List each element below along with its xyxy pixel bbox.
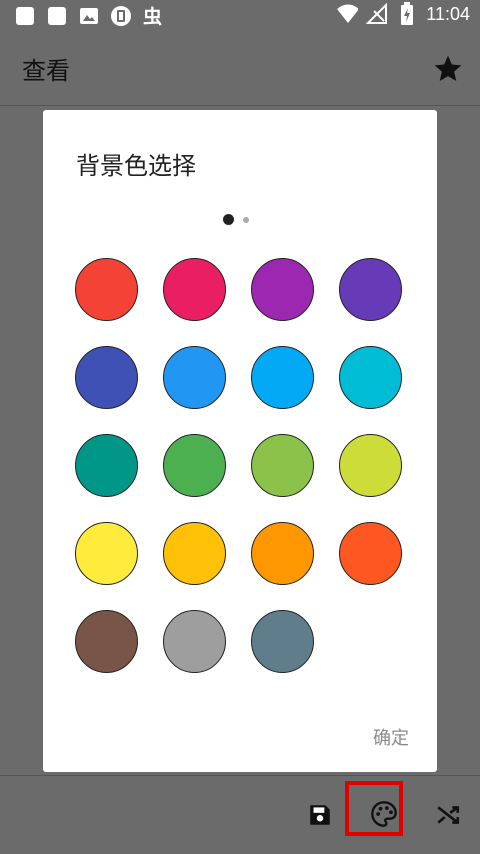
color-swatch[interactable] [251, 522, 314, 585]
color-swatch[interactable] [251, 434, 314, 497]
shuffle-icon[interactable] [428, 795, 468, 835]
save-icon[interactable] [300, 795, 340, 835]
color-swatch[interactable] [163, 610, 226, 673]
square-icon [46, 5, 68, 27]
color-swatch[interactable] [339, 346, 402, 409]
color-swatch[interactable] [251, 610, 314, 673]
color-swatch[interactable] [75, 610, 138, 673]
color-swatch[interactable] [163, 258, 226, 321]
square-icon [14, 5, 36, 27]
color-swatch[interactable] [75, 434, 138, 497]
color-swatch[interactable] [75, 522, 138, 585]
color-swatch[interactable] [251, 258, 314, 321]
battery-charging-icon [396, 2, 418, 25]
sim-icon [110, 5, 132, 27]
page-dot [243, 216, 249, 223]
color-swatch[interactable] [163, 522, 226, 585]
color-swatch[interactable] [75, 346, 138, 409]
star-icon[interactable] [432, 53, 464, 85]
page-dot-active [223, 214, 234, 225]
status-bar-right: 11:04 [336, 2, 470, 25]
bug-icon: 虫 [142, 5, 164, 27]
highlight-box [345, 781, 403, 836]
svg-text:虫: 虫 [143, 5, 162, 27]
color-swatch[interactable] [339, 258, 402, 321]
wifi-icon [336, 3, 359, 25]
status-bar-left: 虫 [14, 5, 164, 27]
no-signal-icon [366, 3, 388, 25]
color-swatch[interactable] [75, 258, 138, 321]
color-swatch[interactable] [163, 346, 226, 409]
app-bar: 查看 [0, 33, 480, 106]
color-swatch[interactable] [163, 434, 226, 497]
clock: 11:04 [426, 3, 470, 24]
confirm-button[interactable]: 确定 [373, 724, 409, 750]
page-title: 查看 [22, 57, 70, 85]
background-color-dialog: 背景色选择 确定 [43, 110, 437, 772]
color-swatch[interactable] [339, 522, 402, 585]
status-bar: 虫 11:04 [0, 0, 480, 33]
page-indicator [223, 214, 249, 225]
image-icon [78, 5, 100, 27]
bottom-toolbar [0, 775, 480, 854]
color-swatch[interactable] [339, 434, 402, 497]
color-swatch[interactable] [251, 346, 314, 409]
dialog-title: 背景色选择 [76, 152, 196, 180]
